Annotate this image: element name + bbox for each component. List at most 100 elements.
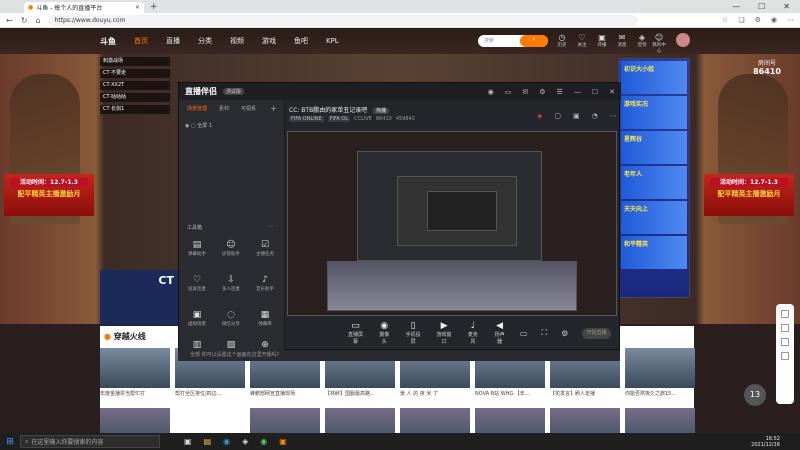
follow-button[interactable]: ♡ 关注 bbox=[575, 33, 589, 48]
list-item[interactable]: 刺激战场 bbox=[100, 57, 170, 66]
fullscreen-icon[interactable]: ⛶ bbox=[541, 328, 547, 338]
close-tab-icon[interactable]: ✕ bbox=[135, 4, 140, 11]
video-thumbnail[interactable] bbox=[325, 408, 395, 433]
settings-icon[interactable]: ⚙ bbox=[539, 88, 545, 96]
tool-mirror[interactable]: ♡ 投屏连麦 bbox=[183, 275, 211, 292]
promo-item[interactable]: 老年人 bbox=[621, 166, 687, 199]
screenshot-icon[interactable]: ▭ bbox=[505, 88, 512, 96]
security-icon[interactable]: ◈ bbox=[242, 437, 248, 446]
list-item[interactable]: CT·XX2T bbox=[100, 81, 170, 90]
toolbox-more-icon[interactable]: ⋯ bbox=[269, 224, 274, 230]
profile-icon[interactable]: ◉ bbox=[771, 16, 777, 24]
checkin-button[interactable]: ◈ 签到 bbox=[635, 33, 649, 48]
video-thumbnail[interactable] bbox=[250, 408, 320, 433]
nav-live[interactable]: 直播 bbox=[166, 36, 180, 46]
nav-kpl[interactable]: KPL bbox=[326, 37, 339, 45]
source-game-button[interactable]: ▶ 游戏窗口 bbox=[436, 321, 453, 345]
tool-multi-mic[interactable]: ⇩ 多人连麦 bbox=[217, 275, 245, 292]
scene-item[interactable]: ◉ ▢ 全屏 1 bbox=[185, 122, 212, 129]
search-button[interactable]: ⌕ bbox=[520, 35, 548, 47]
refresh-icon[interactable]: ↻ bbox=[21, 16, 28, 25]
start-live-button[interactable]: 开始直播 bbox=[582, 327, 612, 339]
tool-danmu-lib[interactable]: ▦ 弹幕库 bbox=[251, 310, 279, 327]
event-banner-left[interactable]: 活动时间：12.7-1.3 配平精英主播激励月 bbox=[4, 174, 94, 216]
promo-item[interactable]: 游戏实况 bbox=[621, 96, 687, 129]
minimize-icon[interactable]: — bbox=[732, 2, 740, 11]
video-thumbnail[interactable] bbox=[400, 408, 470, 433]
list-item[interactable]: CT·长剑1 bbox=[100, 105, 170, 114]
douyu-logo[interactable]: 斗鱼 bbox=[100, 36, 116, 47]
source-phone-button[interactable]: ▯ 手机投屏 bbox=[405, 321, 422, 345]
nav-home[interactable]: 首页 bbox=[134, 36, 148, 46]
app-avatar-icon[interactable]: ◉ bbox=[488, 88, 494, 96]
taskbar-search[interactable]: ⌕ 在这里输入你要搜索的内容 bbox=[20, 435, 160, 448]
nav-category[interactable]: 分类 bbox=[198, 36, 212, 46]
streamer-card[interactable]: CT bbox=[100, 270, 178, 325]
history-button[interactable]: ◷ 历史 bbox=[555, 33, 569, 48]
video-thumbnail[interactable] bbox=[625, 348, 695, 388]
live-app-icon[interactable]: ▣ bbox=[279, 437, 287, 446]
tab-materials[interactable]: 素材 bbox=[219, 105, 229, 112]
avatar[interactable] bbox=[676, 33, 690, 47]
cart-icon[interactable] bbox=[781, 310, 789, 318]
nav-fishbar[interactable]: 鱼吧 bbox=[294, 36, 308, 46]
record-icon[interactable]: ▭ bbox=[520, 329, 528, 338]
eye-icon[interactable]: ◉ bbox=[185, 123, 189, 129]
download-icon[interactable] bbox=[781, 324, 789, 332]
tool-tasks[interactable]: ☑ 主播任务 bbox=[251, 240, 279, 257]
source-camera-button[interactable]: ◉ 摄像头 bbox=[378, 321, 391, 345]
tool-share[interactable]: ◌ 微信分享 bbox=[217, 310, 245, 327]
bag-icon[interactable]: ▢ bbox=[554, 112, 561, 120]
extensions-icon[interactable]: ⚙ bbox=[755, 16, 761, 24]
tool-danmu[interactable]: ▤ 弹幕助手 bbox=[183, 240, 211, 257]
source-screen-button[interactable]: ▭ 直播屏幕 bbox=[347, 321, 364, 345]
video-thumbnail[interactable] bbox=[550, 408, 620, 433]
video-thumbnail[interactable] bbox=[100, 408, 170, 433]
gift-icon[interactable]: ◈ bbox=[537, 112, 542, 120]
my-center-button[interactable]: ☺ 我的中心 bbox=[652, 33, 666, 54]
tab-visual[interactable]: 可视系 bbox=[241, 105, 256, 112]
new-tab-icon[interactable]: + bbox=[150, 2, 158, 12]
room-tag[interactable]: FIFA OL bbox=[327, 116, 351, 122]
speaker-button[interactable]: ◀ 扬声器 bbox=[493, 321, 506, 345]
minimize-icon[interactable]: — bbox=[574, 88, 581, 96]
promo-item[interactable]: 天天向上 bbox=[621, 201, 687, 234]
collections-icon[interactable]: ❏ bbox=[738, 16, 744, 24]
lock-icon[interactable]: ▣ bbox=[573, 112, 580, 120]
star-icon[interactable]: ☆ bbox=[722, 16, 728, 24]
system-clock[interactable]: 16:52 2021/12/16 bbox=[751, 436, 780, 448]
broadcast-button[interactable]: ▣ 开播 bbox=[595, 33, 609, 48]
close-icon[interactable]: ✕ bbox=[609, 88, 615, 96]
nav-game[interactable]: 游戏 bbox=[262, 36, 276, 46]
grid-icon[interactable] bbox=[781, 352, 789, 360]
room-title[interactable]: CC: BTB鹏由的家单丑记录吧 热播 bbox=[289, 105, 390, 114]
windows-start-icon[interactable]: ⊞ bbox=[0, 437, 20, 447]
mail-icon[interactable]: ✉ bbox=[522, 88, 528, 96]
list-item[interactable]: CT·咕咕咕 bbox=[100, 93, 170, 102]
promo-item[interactable]: 和平精英 bbox=[621, 236, 687, 269]
back-icon[interactable]: ← bbox=[6, 16, 13, 25]
close-window-icon[interactable]: ✕ bbox=[783, 2, 790, 11]
lock-icon[interactable]: ▢ bbox=[191, 123, 196, 129]
maximize-icon[interactable]: ☐ bbox=[758, 2, 765, 11]
chrome-icon[interactable]: ◉ bbox=[260, 437, 267, 446]
live-preview[interactable] bbox=[287, 131, 617, 316]
nav-video[interactable]: 视频 bbox=[230, 36, 244, 46]
feedback-icon[interactable] bbox=[781, 338, 789, 346]
video-thumbnail[interactable] bbox=[475, 408, 545, 433]
task-view-icon[interactable]: ▣ bbox=[184, 437, 192, 446]
floating-counter[interactable]: 13 bbox=[744, 384, 766, 406]
menu-icon[interactable]: ⋯ bbox=[787, 16, 794, 24]
mic-button[interactable]: ♩ 麦克风 bbox=[467, 321, 480, 345]
promo-item[interactable]: 星辉谷 bbox=[621, 131, 687, 164]
edge-icon[interactable]: ◉ bbox=[223, 437, 230, 446]
room-tag[interactable]: FIFA ONLINE bbox=[289, 116, 324, 122]
settings-icon[interactable]: ⚙ bbox=[561, 329, 568, 338]
event-banner-right[interactable]: 活动时间：12.7-1.3 配平精英主播激励月 bbox=[704, 174, 794, 216]
add-icon[interactable]: + bbox=[270, 104, 277, 113]
url-field[interactable]: https://www.douyu.com bbox=[48, 14, 639, 26]
message-button[interactable]: ✉ 消息 bbox=[615, 33, 629, 48]
tool-room-manager[interactable]: ☺ 房管助手 bbox=[217, 240, 245, 257]
browser-tab[interactable]: ● 斗鱼 - 每个人的直播平台 ✕ bbox=[24, 2, 144, 13]
tab-scenes[interactable]: 场景管理 bbox=[187, 105, 207, 112]
